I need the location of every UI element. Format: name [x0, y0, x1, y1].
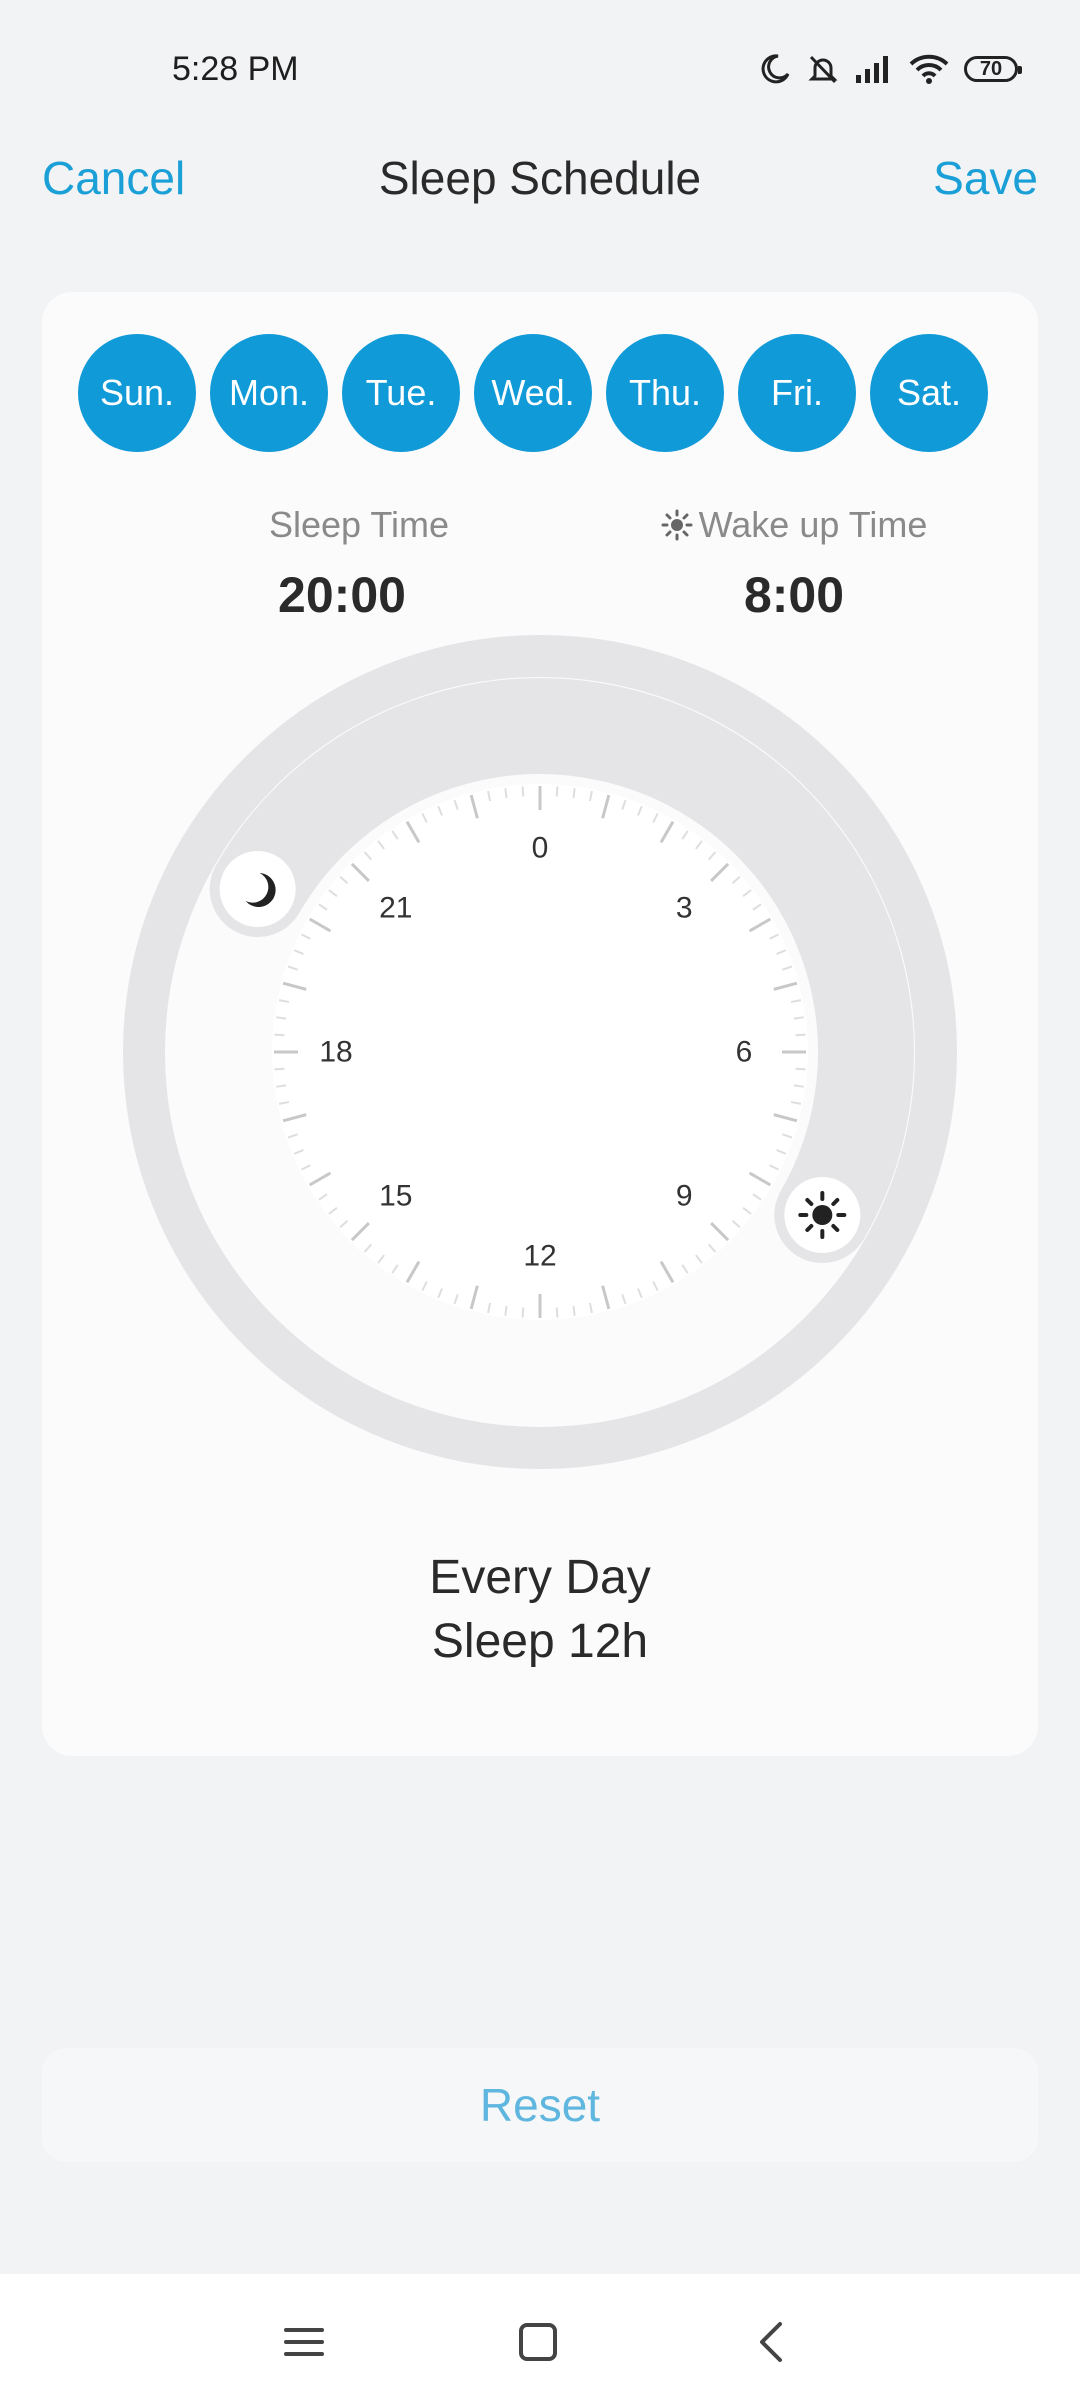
clock-tick: [795, 1067, 806, 1071]
bell-off-icon: [808, 55, 838, 84]
clock-tick: [555, 1307, 559, 1318]
day-selector: Sun. Mon. Tue. Wed. Thu. Fri. Sat.: [78, 334, 988, 452]
wake-time-label: Wake up Time: [698, 504, 928, 545]
moon-icon: [238, 512, 257, 537]
hour-label-12: 12: [523, 1240, 556, 1273]
battery-level: 70: [979, 57, 1003, 80]
sleep-handle[interactable]: [219, 851, 296, 927]
day-fri[interactable]: Fri.: [738, 334, 856, 452]
clock-dial[interactable]: 0 3 6 9 12 15 18 21: [42, 612, 1038, 1532]
sun-icon: [798, 1191, 847, 1239]
wake-handle[interactable]: [784, 1177, 861, 1253]
sleep-time-label: Sleep Time: [268, 504, 450, 545]
status-icons: 70: [758, 52, 1022, 86]
wake-time-label-row: Wake up Time: [614, 504, 974, 546]
day-sun[interactable]: Sun.: [78, 334, 196, 452]
clock-tick: [521, 1307, 525, 1318]
hour-label-21: 21: [379, 891, 412, 924]
day-mon[interactable]: Mon.: [210, 334, 328, 452]
home-icon[interactable]: [508, 2312, 568, 2372]
schedule-card: Sun. Mon. Tue. Wed. Thu. Fri. Sat. Sleep…: [42, 292, 1038, 1756]
battery-icon: 70: [964, 56, 1022, 82]
moon-icon: [761, 54, 790, 84]
page-title: Sleep Schedule: [378, 152, 702, 204]
menu-icon[interactable]: [274, 2312, 334, 2372]
wifi-icon: [909, 54, 949, 84]
hour-label-9: 9: [676, 1180, 693, 1213]
clock-tick: [572, 1305, 576, 1316]
clock-dial-svg[interactable]: 0 3 6 9 12 15 18 21: [42, 612, 1038, 1532]
sun-icon: [661, 509, 693, 541]
status-time: 5:28 PM: [172, 50, 299, 88]
clock-tick: [793, 1084, 804, 1088]
status-bar: 5:28 PM 70: [0, 0, 1080, 130]
clock-tick: [504, 788, 508, 799]
signal-icon: [856, 56, 888, 83]
sleep-time-label-row: Sleep Time: [162, 504, 522, 546]
clock-tick: [504, 1305, 508, 1316]
day-thu[interactable]: Thu.: [606, 334, 724, 452]
clock-tick: [572, 788, 576, 799]
back-icon[interactable]: [742, 2312, 802, 2372]
hour-label-6: 6: [736, 1036, 753, 1069]
clock-tick: [276, 1016, 287, 1020]
save-button[interactable]: Save: [933, 130, 1038, 226]
clock-tick: [793, 1016, 804, 1020]
navigation-bar: [0, 2274, 1080, 2400]
clock-tick: [274, 1033, 285, 1037]
clock-tick: [276, 1084, 287, 1088]
clock-tick: [521, 786, 525, 797]
day-tue[interactable]: Tue.: [342, 334, 460, 452]
day-wed[interactable]: Wed.: [474, 334, 592, 452]
hour-label-3: 3: [676, 891, 693, 924]
hour-label-18: 18: [319, 1036, 352, 1069]
clock-tick: [795, 1033, 806, 1037]
day-sat[interactable]: Sat.: [870, 334, 988, 452]
clock-tick: [555, 786, 559, 797]
sleep-time-group: Sleep Time 20:00: [162, 504, 522, 624]
wake-time-group: Wake up Time 8:00: [614, 504, 974, 624]
clock-tick: [274, 1067, 285, 1071]
sleep-handle-bg[interactable]: [219, 851, 296, 927]
reset-button[interactable]: Reset: [42, 2048, 1038, 2162]
hour-label-15: 15: [379, 1180, 412, 1213]
hour-label-0: 0: [532, 832, 549, 865]
header: Cancel Sleep Schedule Save: [0, 130, 1080, 226]
summary-duration: Sleep 12h: [431, 1615, 649, 1668]
summary-repeat: Every Day: [429, 1551, 651, 1604]
